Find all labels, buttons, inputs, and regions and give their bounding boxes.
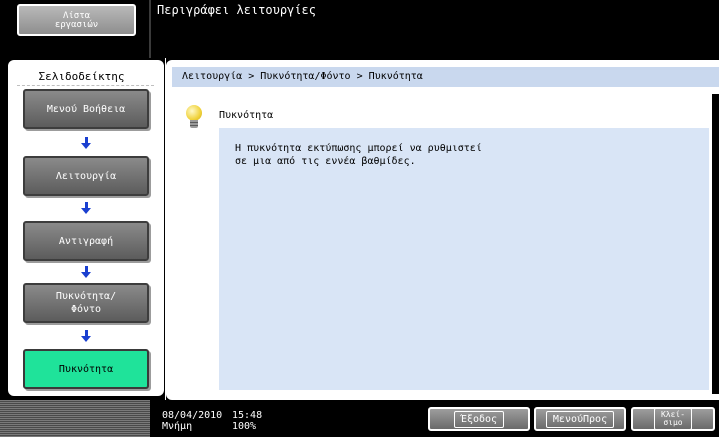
close-button[interactable]: Κλεί- σιμο	[631, 407, 715, 431]
exit-button-label: Έξοδος	[453, 410, 505, 428]
date-memory-block: 08/04/2010 Μνήμη	[162, 410, 222, 432]
bookmark-panel-inner: Σελιδοδείκτης Μενού Βοήθεια Λειτουργία Α…	[8, 60, 164, 396]
bookmark-divider	[17, 85, 154, 86]
scroll-track	[712, 94, 719, 394]
date-text: 08/04/2010	[162, 410, 223, 421]
close-label-line2: σιμο	[663, 418, 683, 427]
memory-label: Μνήμη	[162, 421, 193, 432]
nav-item-density-background[interactable]: Πυκνότητα/ Φόντο	[23, 283, 149, 323]
close-button-label: Κλεί- σιμο	[653, 408, 693, 430]
bookmark-panel: Σελιδοδείκτης Μενού Βοήθεια Λειτουργία Α…	[0, 58, 165, 400]
status-bar-pattern	[0, 400, 150, 437]
nav-item-function[interactable]: Λειτουργία	[23, 156, 149, 196]
nav-item-label: Αντιγραφή	[58, 235, 114, 247]
nav-item-label: Μενού Βοήθεια	[46, 103, 126, 115]
nav-item-label: Πυκνότητα/ Φόντο	[55, 291, 117, 315]
description-box: Η πυκνότητα εκτύπωσης μπορεί να ρυθμιστε…	[219, 128, 709, 390]
status-bar: 08/04/2010 Μνήμη 15:48 100% Έξοδος Μενού…	[0, 400, 719, 437]
exit-button[interactable]: Έξοδος	[428, 407, 530, 431]
nav-item-label: Πυκνότητα	[58, 363, 114, 375]
top-bar: Λίστα εργασιών Περιγράφει λειτουργίες	[0, 0, 719, 58]
section-heading: Πυκνότητα	[219, 110, 274, 121]
nav-item-label: Λειτουργία	[55, 170, 117, 182]
nav-item-help-menu[interactable]: Μενού Βοήθεια	[23, 89, 149, 129]
job-list-label-line2: εργασιών	[54, 20, 99, 30]
bookmark-title: Σελιδοδείκτης	[38, 70, 125, 83]
memory-value: 100%	[232, 421, 257, 432]
main-panel: Λειτουργία > Πυκνότητα/Φόντο > Πυκνότητα…	[166, 58, 719, 400]
job-list-button[interactable]: Λίστα εργασιών	[17, 4, 136, 36]
time-memory-block: 15:48 100%	[232, 410, 262, 432]
nav-item-copy[interactable]: Αντιγραφή	[23, 221, 149, 261]
time-text: 15:48	[232, 410, 263, 421]
menu-button[interactable]: ΜενούΠρος	[534, 407, 626, 431]
nav-item-density[interactable]: Πυκνότητα	[23, 349, 149, 389]
page-title: Περιγράφει λειτουργίες	[157, 3, 316, 17]
top-separator	[149, 0, 151, 58]
menu-button-label: ΜενούΠρος	[545, 410, 615, 428]
breadcrumb: Λειτουργία > Πυκνότητα/Φόντο > Πυκνότητα	[172, 67, 719, 87]
main-panel-inner: Λειτουργία > Πυκνότητα/Φόντο > Πυκνότητα…	[166, 60, 719, 400]
lightbulb-icon	[186, 105, 202, 131]
